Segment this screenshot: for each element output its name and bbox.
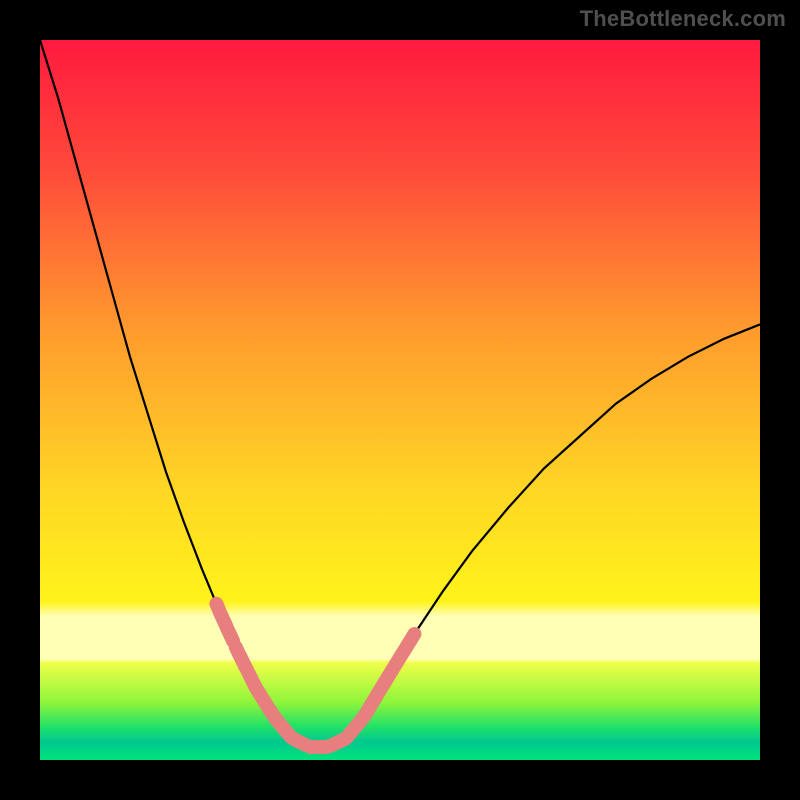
highlight-segments [216,604,414,747]
highlight-segment [368,634,415,711]
highlight-segment [216,604,233,641]
plot-area [40,40,760,760]
watermark-text: TheBottleneck.com [580,6,786,32]
highlight-segment [270,711,341,747]
chart-frame: TheBottleneck.com [0,0,800,800]
bottleneck-curve [40,40,760,747]
curve-layer [40,40,760,760]
